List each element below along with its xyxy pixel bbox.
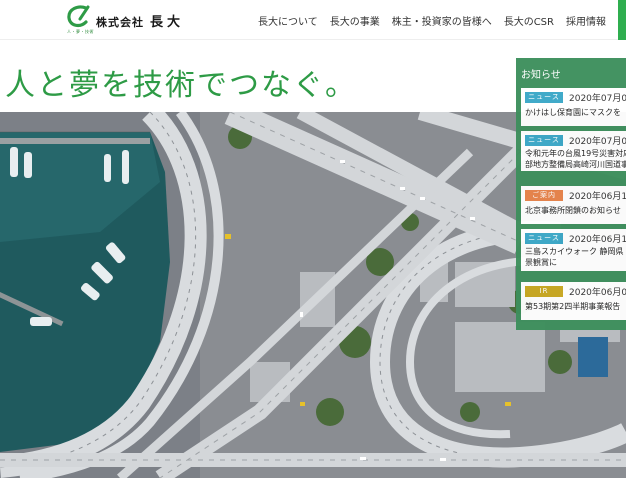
nav-csr[interactable]: 長大のCSR	[504, 13, 554, 28]
news-date: 2020年07月0	[569, 137, 626, 147]
site-header: 人・夢・技術 株式会社 長大 長大について 長大の事業 株主・投資家の皆様へ 長大…	[0, 0, 626, 40]
nav-accent-bar	[618, 0, 626, 40]
news-item[interactable]: ニュース 2020年07月0 かけはし保育園にマスクを	[521, 88, 626, 126]
logo-subtitle: 人・夢・技術	[67, 29, 94, 34]
news-panel: お知らせ ニュース 2020年07月0 かけはし保育園にマスクを ニュース 20…	[516, 58, 626, 330]
nav-about[interactable]: 長大について	[258, 13, 318, 28]
news-item[interactable]: ニュース 2020年06月1 三島スカイウォーク 静岡県景観賞に	[521, 229, 626, 271]
news-date: 2020年06月1	[569, 235, 626, 245]
company-logo[interactable]: 人・夢・技術 株式会社 長大	[66, 5, 196, 35]
nav-recruit[interactable]: 採用情報	[566, 13, 606, 28]
hero-tagline: 人と夢を技術でつなぐ。	[5, 68, 357, 103]
chodai-logo-mark-icon	[67, 5, 90, 28]
news-text: 令和元年の台風19号災害対応における功績に関する中部地方整備局高崎河川国道事務所…	[525, 149, 626, 169]
main-nav: 長大について 長大の事業 株主・投資家の皆様へ 長大のCSR 採用情報	[258, 0, 618, 40]
news-text: 第53期第2四半期事業報告	[525, 302, 621, 311]
news-item[interactable]: ニュース 2020年07月0 令和元年の台風19号災害対応における功績に関する中…	[521, 131, 626, 171]
news-date: 2020年06月0	[569, 288, 626, 298]
news-date: 2020年06月1	[569, 192, 626, 202]
news-badge: ニュース	[525, 92, 563, 103]
news-item[interactable]: IR 2020年06月0 第53期第2四半期事業報告	[521, 282, 626, 320]
news-item[interactable]: ご案内 2020年06月1 北京事務所閉鎖のお知らせ	[521, 186, 626, 224]
news-badge: ご案内	[525, 190, 563, 201]
news-date: 2020年07月0	[569, 94, 626, 104]
logo-wordmark: 株式会社 長大	[96, 11, 184, 30]
news-text: かけはし保育園にマスクを	[525, 108, 621, 117]
news-badge: IR	[525, 286, 563, 297]
news-badge: ニュース	[525, 135, 563, 146]
news-badge: ニュース	[525, 233, 563, 244]
logo-company-type: 株式会社	[96, 16, 144, 29]
news-panel-title: お知らせ	[521, 70, 561, 81]
nav-investors[interactable]: 株主・投資家の皆様へ	[392, 13, 492, 28]
news-text: 北京事務所閉鎖のお知らせ	[525, 206, 621, 215]
logo-company-name: 長大	[150, 15, 185, 30]
nav-business[interactable]: 長大の事業	[330, 13, 380, 28]
news-text: 三島スカイウォーク 静岡県景観賞に	[525, 247, 624, 267]
